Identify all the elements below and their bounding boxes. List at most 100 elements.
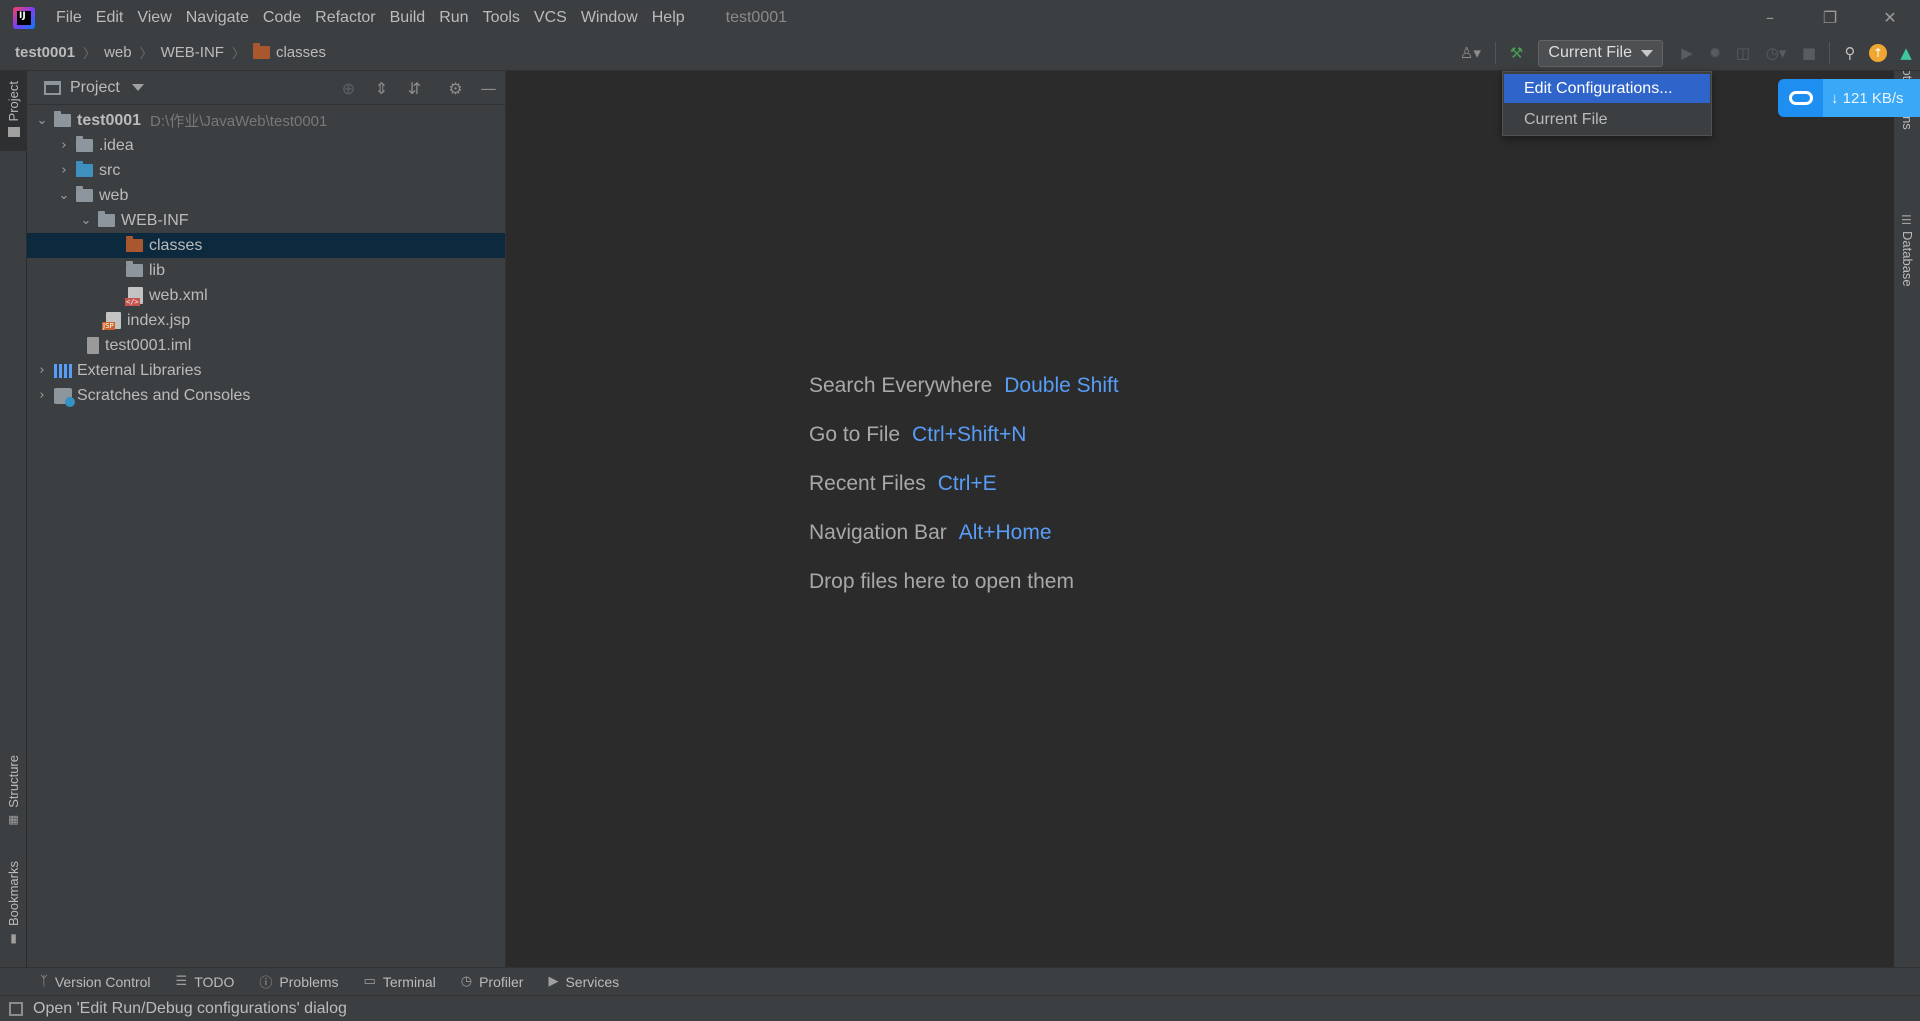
branch-icon: ᛉ bbox=[40, 974, 48, 989]
tree-node-label: lib bbox=[149, 261, 166, 279]
project-tree: ⌄ test0001 D:\作业\JavaWeb\test0001 › .ide… bbox=[27, 105, 505, 408]
services-icon: ▶ bbox=[548, 974, 559, 989]
database-tool-tab[interactable]: ☰ Database bbox=[1894, 213, 1920, 303]
menu-navigate[interactable]: Navigate bbox=[179, 0, 256, 35]
chevron-down-icon[interactable]: ⌄ bbox=[56, 188, 72, 203]
project-view-selector[interactable]: Project bbox=[44, 79, 144, 97]
bottom-tool-bar: ᛉ Version Control ☰ TODO ⓘ Problems ▭ Te… bbox=[0, 967, 1920, 995]
tree-node-src[interactable]: › src bbox=[27, 158, 505, 183]
run-icon[interactable]: ▶ bbox=[1673, 39, 1701, 67]
plugin-icon[interactable]: ▲ bbox=[1892, 39, 1920, 67]
gear-icon[interactable]: ⚙ bbox=[439, 79, 472, 98]
folder-icon bbox=[98, 211, 115, 227]
breadcrumb-classes[interactable]: classes bbox=[276, 44, 326, 61]
tab-services[interactable]: ▶ Services bbox=[548, 974, 619, 990]
close-button[interactable]: ✕ bbox=[1860, 0, 1920, 35]
chevron-right-icon[interactable]: › bbox=[34, 388, 50, 403]
chevron-down-icon[interactable]: ⌄ bbox=[34, 113, 50, 128]
stop-icon[interactable]: ■ bbox=[1795, 39, 1823, 67]
search-icon[interactable]: ⚲ bbox=[1836, 39, 1864, 67]
tree-node-index-jsp[interactable]: index.jsp bbox=[27, 308, 505, 333]
breadcrumb-separator: 〉 bbox=[139, 47, 153, 62]
breadcrumb-web[interactable]: web bbox=[104, 44, 132, 61]
download-speed-widget[interactable]: ↓ 121 KB/s bbox=[1778, 79, 1920, 117]
build-hammer-icon[interactable]: ⚒ bbox=[1502, 39, 1530, 67]
tab-label: TODO bbox=[194, 973, 235, 990]
hide-panel-icon[interactable]: — bbox=[472, 79, 505, 98]
tree-node-scratches[interactable]: › Scratches and Consoles bbox=[27, 383, 505, 408]
collapse-all-icon[interactable]: ⇵ bbox=[398, 79, 431, 98]
xml-file-icon bbox=[125, 287, 143, 306]
iml-file-icon bbox=[87, 337, 99, 354]
tab-todo[interactable]: ☰ TODO bbox=[176, 974, 235, 990]
project-tool-label: Project bbox=[6, 81, 21, 122]
profile-icon[interactable]: ◷▾ bbox=[1757, 39, 1795, 67]
breadcrumb-project[interactable]: test0001 bbox=[15, 44, 75, 61]
editor-empty-hints: Search Everywhere Double Shift Go to Fil… bbox=[809, 361, 1119, 606]
tree-node-external-libraries[interactable]: › External Libraries bbox=[27, 358, 505, 383]
tree-node-iml[interactable]: test0001.iml bbox=[27, 333, 505, 358]
list-icon: ☰ bbox=[175, 974, 188, 989]
hint-label: Recent Files bbox=[809, 471, 926, 495]
structure-tool-tab[interactable]: Structure ▦ bbox=[0, 755, 27, 845]
chevron-right-icon[interactable]: › bbox=[56, 138, 72, 153]
update-icon[interactable]: ↑ bbox=[1864, 39, 1892, 67]
restore-button[interactable]: ❐ bbox=[1800, 0, 1860, 35]
tree-node-label: src bbox=[99, 161, 121, 179]
tree-node-classes[interactable]: classes bbox=[27, 233, 505, 258]
debug-icon[interactable]: ✹ bbox=[1701, 39, 1729, 67]
chevron-down-icon[interactable]: ⌄ bbox=[78, 213, 94, 228]
tree-node-label: test0001 bbox=[77, 111, 142, 129]
left-tool-stripe: Project Structure ▦ Bookmarks ▮ bbox=[0, 71, 27, 967]
folder-icon bbox=[126, 261, 143, 277]
user-icon[interactable]: ♙▾ bbox=[1451, 39, 1489, 67]
project-tool-tab[interactable]: Project bbox=[0, 71, 27, 151]
toggle-tool-windows-icon[interactable] bbox=[9, 1001, 23, 1016]
menu-build[interactable]: Build bbox=[383, 0, 433, 35]
tree-node-lib[interactable]: lib bbox=[27, 258, 505, 283]
structure-icon: ▦ bbox=[8, 812, 19, 826]
tab-problems[interactable]: ⓘ Problems bbox=[259, 972, 338, 992]
menu-run[interactable]: Run bbox=[432, 0, 475, 35]
menu-file[interactable]: File bbox=[49, 0, 89, 35]
menu-refactor[interactable]: Refactor bbox=[308, 0, 382, 35]
tab-version-control[interactable]: ᛉ Version Control bbox=[40, 974, 151, 990]
menu-window[interactable]: Window bbox=[574, 0, 645, 35]
menu-vcs[interactable]: VCS bbox=[527, 0, 574, 35]
current-file-item[interactable]: Current File bbox=[1504, 105, 1710, 134]
tree-node-web-inf[interactable]: ⌄ WEB-INF bbox=[27, 208, 505, 233]
run-configuration-select[interactable]: Current File bbox=[1538, 39, 1663, 67]
menu-tools[interactable]: Tools bbox=[476, 0, 527, 35]
menu-edit[interactable]: Edit bbox=[89, 0, 131, 35]
hint-navigation-bar: Navigation Bar Alt+Home bbox=[809, 508, 1119, 557]
tab-terminal[interactable]: ▭ Terminal bbox=[364, 974, 436, 990]
breadcrumb-web-inf[interactable]: WEB-INF bbox=[161, 44, 224, 61]
menu-view[interactable]: View bbox=[130, 0, 178, 35]
hint-drop-files: Drop files here to open them bbox=[809, 557, 1119, 606]
tree-node-idea[interactable]: › .idea bbox=[27, 133, 505, 158]
minimize-button[interactable]: – bbox=[1740, 0, 1800, 35]
chevron-right-icon[interactable]: › bbox=[34, 363, 50, 378]
editor-area[interactable]: Search Everywhere Double Shift Go to Fil… bbox=[507, 71, 1893, 967]
menu-code[interactable]: Code bbox=[256, 0, 308, 35]
tree-node-test0001[interactable]: ⌄ test0001 D:\作业\JavaWeb\test0001 bbox=[27, 108, 505, 133]
tree-node-label: web bbox=[99, 186, 129, 204]
locate-icon[interactable]: ⊕ bbox=[332, 79, 365, 98]
tab-profiler[interactable]: ◷ Profiler bbox=[461, 974, 524, 990]
chevron-right-icon[interactable]: › bbox=[56, 163, 72, 178]
bookmarks-tool-tab[interactable]: Bookmarks ▮ bbox=[0, 861, 27, 961]
right-tool-stripe: Notifications ☰ Database bbox=[1893, 71, 1920, 967]
tree-node-label: index.jsp bbox=[127, 311, 191, 329]
excluded-folder-icon bbox=[126, 236, 143, 252]
status-bar: Open 'Edit Run/Debug configurations' dia… bbox=[0, 995, 1920, 1021]
toolbar-separator bbox=[1829, 42, 1830, 64]
tree-node-web[interactable]: ⌄ web bbox=[27, 183, 505, 208]
edit-configurations-item[interactable]: Edit Configurations... bbox=[1504, 74, 1710, 103]
scratches-icon bbox=[54, 387, 75, 407]
intellij-logo-icon: IJ bbox=[13, 6, 35, 29]
folder-icon bbox=[7, 127, 20, 138]
menu-help[interactable]: Help bbox=[645, 0, 692, 35]
expand-all-icon[interactable]: ⇕ bbox=[365, 79, 398, 98]
coverage-icon[interactable]: ◫ bbox=[1729, 39, 1757, 67]
tree-node-web-xml[interactable]: web.xml bbox=[27, 283, 505, 308]
